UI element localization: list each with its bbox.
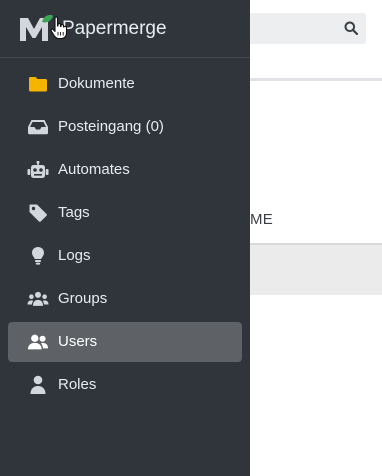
search-icon[interactable] (344, 21, 359, 36)
sidebar-item-label: Logs (58, 247, 91, 264)
sidebar-item-label: Posteingang (0) (58, 118, 164, 135)
folder-icon (27, 74, 49, 94)
brand[interactable]: Papermerge (0, 0, 250, 58)
app-title: Papermerge (62, 18, 167, 39)
sidebar-item-posteingang[interactable]: Posteingang (0) (8, 107, 242, 147)
table-row[interactable] (250, 243, 382, 295)
robot-icon (27, 160, 49, 180)
lightbulb-icon (27, 246, 49, 266)
sidebar: Papermerge Dokumente Posteingang (0) Aut… (0, 0, 250, 476)
sidebar-item-dokumente[interactable]: Dokumente (8, 64, 242, 104)
sidebar-item-label: Dokumente (58, 75, 135, 92)
papermerge-logo-icon (19, 14, 53, 42)
user-icon (27, 375, 49, 395)
sidebar-item-roles[interactable]: Roles (8, 365, 242, 405)
inbox-icon (27, 117, 49, 137)
table-column-header: ME (250, 211, 273, 228)
hand-cursor-icon (50, 16, 68, 40)
sidebar-item-logs[interactable]: Logs (8, 236, 242, 276)
sidebar-item-label: Automates (58, 161, 130, 178)
sidebar-item-users[interactable]: Users (8, 322, 242, 362)
users-group-icon (27, 289, 49, 309)
sidebar-item-label: Tags (58, 204, 90, 221)
users-icon (27, 332, 49, 352)
sidebar-item-label: Users (58, 333, 98, 350)
content-divider (250, 78, 382, 81)
search-box[interactable] (250, 13, 366, 44)
sidebar-item-tags[interactable]: Tags (8, 193, 242, 233)
sidebar-item-label: Roles (58, 376, 97, 393)
tag-icon (27, 203, 49, 223)
sidebar-nav: Dokumente Posteingang (0) Automates Tags… (0, 64, 250, 408)
sidebar-item-label: Groups (58, 290, 108, 307)
sidebar-item-automates[interactable]: Automates (8, 150, 242, 190)
sidebar-item-groups[interactable]: Groups (8, 279, 242, 319)
